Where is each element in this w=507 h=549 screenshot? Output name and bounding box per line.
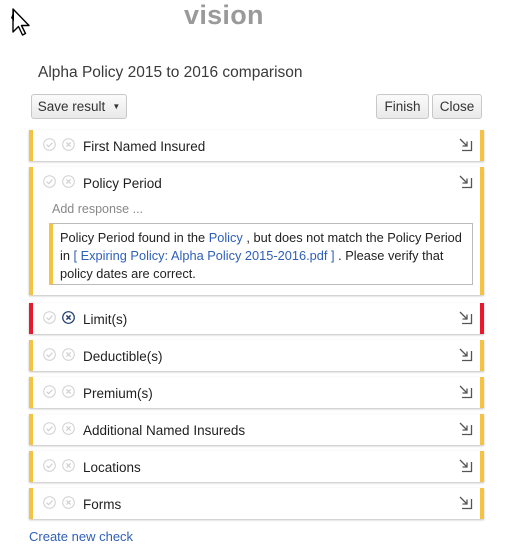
check-label: Locations — [83, 460, 141, 475]
check-label: Deductible(s) — [83, 349, 163, 364]
expand-arrow-icon[interactable] — [459, 459, 473, 473]
check-row-first-named-insured[interactable]: First Named Insured — [29, 130, 484, 161]
check-label: First Named Insured — [83, 139, 206, 154]
close-x-icon[interactable] — [62, 138, 75, 151]
checkmark-icon[interactable] — [43, 175, 56, 188]
save-result-button[interactable]: Save result ▼ — [31, 94, 127, 119]
expand-arrow-icon[interactable] — [459, 385, 473, 399]
check-row-limits[interactable]: Limit(s) — [29, 303, 484, 334]
check-label: Premium(s) — [83, 386, 153, 401]
check-row-premiums[interactable]: Premium(s) — [29, 377, 484, 408]
page-title: Alpha Policy 2015 to 2016 comparison — [38, 64, 303, 81]
expand-arrow-icon[interactable] — [459, 311, 473, 325]
expand-arrow-icon[interactable] — [459, 138, 473, 152]
check-label: Policy Period — [83, 176, 162, 191]
expand-arrow-icon[interactable] — [459, 175, 473, 189]
close-x-icon[interactable] — [62, 175, 75, 188]
note-text: Policy Period found in the — [60, 230, 209, 245]
checkmark-icon[interactable] — [43, 311, 56, 324]
check-label: Additional Named Insureds — [83, 423, 246, 438]
checkmark-icon[interactable] — [43, 459, 56, 472]
mouse-cursor-icon — [11, 8, 30, 36]
checkmark-icon[interactable] — [43, 348, 56, 361]
close-button[interactable]: Close — [432, 94, 482, 119]
close-x-icon[interactable] — [62, 496, 75, 509]
check-row-additional-named-insureds[interactable]: Additional Named Insureds — [29, 414, 484, 445]
check-row-locations[interactable]: Locations — [29, 451, 484, 482]
expand-arrow-icon[interactable] — [459, 422, 473, 436]
policy-link[interactable]: Policy — [209, 230, 243, 245]
app-logo: vision — [184, 0, 264, 30]
check-row-deductibles[interactable]: Deductible(s) — [29, 340, 484, 371]
close-x-icon[interactable] — [62, 311, 75, 324]
save-result-label: Save result — [37, 99, 106, 114]
discrepancy-note: Policy Period found in the Policy , but … — [49, 223, 473, 285]
checkmark-icon[interactable] — [43, 496, 56, 509]
expand-arrow-icon[interactable] — [459, 496, 473, 510]
close-x-icon[interactable] — [62, 422, 75, 435]
check-row-policy-period[interactable]: Policy Period Add response ... Policy Pe… — [29, 167, 484, 295]
caret-down-icon: ▼ — [112, 102, 121, 111]
close-x-icon[interactable] — [62, 459, 75, 472]
check-label: Forms — [83, 497, 122, 512]
checkmark-icon[interactable] — [43, 138, 56, 151]
close-x-icon[interactable] — [62, 385, 75, 398]
create-new-check-link[interactable]: Create new check — [29, 529, 133, 544]
check-label: Limit(s) — [83, 312, 128, 327]
expand-arrow-icon[interactable] — [459, 348, 473, 362]
expiring-policy-link[interactable]: [ Expiring Policy: Alpha Policy 2015-201… — [74, 248, 335, 263]
checkmark-icon[interactable] — [43, 385, 56, 398]
check-row-forms[interactable]: Forms — [29, 488, 484, 519]
finish-button[interactable]: Finish — [376, 94, 429, 119]
add-response-input[interactable]: Add response ... — [52, 202, 143, 216]
checkmark-icon[interactable] — [43, 422, 56, 435]
close-x-icon[interactable] — [62, 348, 75, 361]
